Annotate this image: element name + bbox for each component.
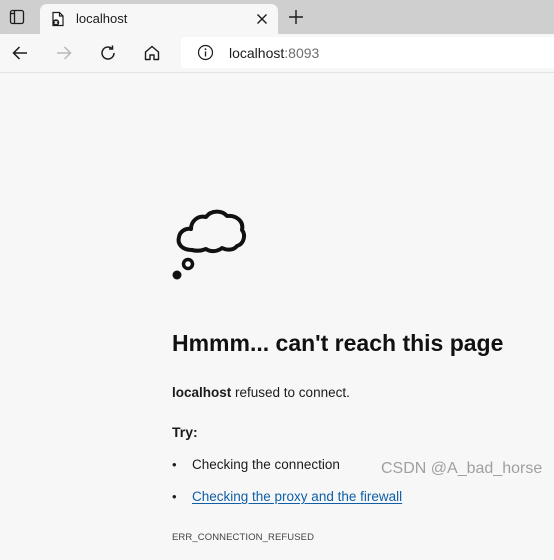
error-code: ERR_CONNECTION_REFUSED: [172, 532, 315, 543]
info-icon[interactable]: [197, 44, 214, 61]
home-button[interactable]: [139, 40, 165, 66]
browser-window: localhost localhost:8093 Hmmm... can't r…: [0, 0, 554, 560]
home-icon: [144, 45, 160, 61]
navigation-toolbar: localhost:8093: [0, 34, 554, 73]
plus-icon: [289, 10, 303, 24]
address-bar[interactable]: localhost:8093: [181, 37, 554, 68]
error-host: localhost: [172, 385, 232, 400]
error-description: localhost refused to connect.: [172, 385, 350, 401]
watermark: CSDN @A_bad_horse: [381, 460, 543, 477]
url-host: localhost: [229, 45, 285, 61]
list-item: • Checking the proxy and the firewall: [172, 489, 402, 505]
tab-actions-icon[interactable]: [4, 5, 30, 29]
proxy-firewall-link[interactable]: Checking the proxy and the firewall: [192, 489, 402, 504]
tab-title: localhost: [76, 11, 128, 26]
close-icon[interactable]: [254, 11, 270, 27]
back-arrow-icon: [12, 46, 27, 60]
error-description-text: refused to connect.: [231, 385, 350, 400]
error-page-icon: [50, 11, 66, 27]
error-page: Hmmm... can't reach this page localhost …: [0, 73, 554, 560]
try-heading: Try:: [172, 424, 198, 440]
new-tab-button[interactable]: [286, 7, 306, 27]
forward-button[interactable]: [51, 40, 77, 66]
url-text[interactable]: localhost:8093: [229, 45, 319, 61]
list-item: • Checking the connection: [172, 457, 340, 473]
bullet: •: [172, 457, 177, 472]
back-button[interactable]: [7, 40, 33, 66]
refresh-button[interactable]: [95, 40, 121, 66]
url-port: :8093: [284, 45, 320, 61]
suggestion-text: Checking the connection: [192, 457, 340, 472]
refresh-icon: [101, 45, 115, 60]
tab-localhost[interactable]: localhost: [40, 4, 278, 34]
forward-arrow-icon: [57, 46, 72, 60]
bullet: •: [172, 489, 177, 504]
tab-strip: localhost: [0, 0, 554, 34]
thought-cloud-icon: [172, 209, 247, 280]
page-title: Hmmm... can't reach this page: [172, 330, 504, 356]
